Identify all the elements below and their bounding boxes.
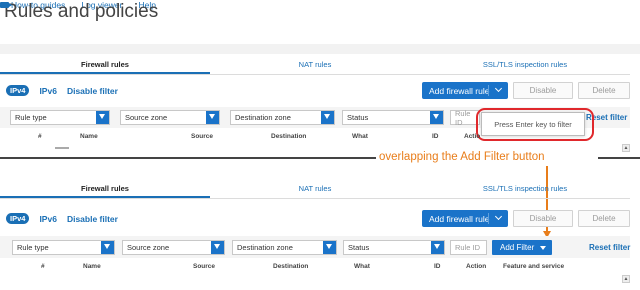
- header-separator: [0, 44, 640, 54]
- tab-firewall-rules[interactable]: Firewall rules: [0, 54, 210, 74]
- destination-zone-select[interactable]: Destination zone: [232, 240, 337, 255]
- scroll-up-icon[interactable]: ▲: [622, 144, 630, 152]
- annotation-text: overlapping the Add Filter button: [379, 151, 545, 163]
- source-zone-label: Source zone: [127, 243, 170, 252]
- add-filter-label: Add Filter: [500, 243, 535, 252]
- status-select[interactable]: Status: [343, 240, 445, 255]
- col-action: Actio: [464, 133, 481, 140]
- col-source: Source: [191, 133, 214, 140]
- col-feature-service: Feature and service: [503, 263, 565, 270]
- status-select[interactable]: Status: [342, 110, 444, 125]
- source-zone-select[interactable]: Source zone: [122, 240, 225, 255]
- col-name: Name: [83, 263, 101, 270]
- add-filter-button[interactable]: Add Filter: [492, 240, 552, 255]
- destination-zone-select[interactable]: Destination zone: [230, 110, 335, 125]
- delete-button[interactable]: Delete: [578, 82, 630, 99]
- tab-ssl-tls-rules[interactable]: SSL/TLS inspection rules: [420, 54, 630, 74]
- video-camera-icon: [0, 2, 12, 8]
- ipv4-toggle[interactable]: IPv4: [6, 213, 30, 224]
- ipv6-toggle[interactable]: IPv6: [39, 214, 57, 224]
- source-zone-label: Source zone: [125, 113, 168, 122]
- add-rule-label: Add firewall rule: [429, 85, 490, 96]
- tab-underline: [0, 74, 630, 75]
- add-rule-label: Add firewall rule: [429, 213, 490, 224]
- ip-version-toggle: IPv4 IPv6 Disable filter: [6, 213, 118, 224]
- dropdown-arrow-icon: [323, 241, 336, 254]
- caret-down-icon: [540, 246, 546, 250]
- row-marker: [55, 147, 69, 149]
- rule-type-select[interactable]: Rule type: [10, 110, 110, 125]
- header-blank: [548, 0, 640, 44]
- dropdown-arrow-icon: [96, 111, 109, 124]
- annotation-divider-right: [598, 157, 640, 159]
- disable-filter-link[interactable]: Disable filter: [67, 214, 118, 224]
- dropdown-arrow-icon: [321, 111, 334, 124]
- rule-type-label: Rule type: [17, 243, 49, 252]
- chevron-down-icon[interactable]: [494, 212, 503, 221]
- rule-type-label: Rule type: [15, 113, 47, 122]
- tab-bar-top: Firewall rules NAT rules SSL/TLS inspect…: [0, 54, 630, 74]
- page-title: Rules and policies: [4, 1, 159, 22]
- tab-underline: [0, 198, 630, 199]
- add-firewall-rule-button[interactable]: Add firewall rule: [422, 82, 508, 99]
- delete-button[interactable]: Delete: [578, 210, 630, 227]
- dropdown-arrow-icon: [206, 111, 219, 124]
- col-id: ID: [434, 263, 441, 270]
- col-what: What: [354, 263, 370, 270]
- col-source: Source: [193, 263, 216, 270]
- col-number: #: [38, 133, 42, 140]
- chevron-down-icon[interactable]: [494, 84, 503, 93]
- destination-zone-label: Destination zone: [235, 113, 291, 122]
- disable-filter-link[interactable]: Disable filter: [67, 86, 118, 96]
- status-label: Status: [348, 243, 370, 252]
- reset-filter-link[interactable]: Reset filter: [589, 243, 630, 252]
- tab-firewall-rules[interactable]: Firewall rules: [0, 178, 210, 198]
- destination-zone-label: Destination zone: [237, 243, 293, 252]
- dropdown-arrow-icon: [101, 241, 114, 254]
- add-firewall-rule-button[interactable]: Add firewall rule: [422, 210, 508, 227]
- tab-bar-bottom: Firewall rules NAT rules SSL/TLS inspect…: [0, 178, 630, 198]
- ipv4-toggle[interactable]: IPv4: [6, 85, 30, 96]
- dropdown-arrow-icon: [431, 241, 444, 254]
- disable-button[interactable]: Disable: [513, 210, 573, 227]
- disable-button[interactable]: Disable: [513, 82, 573, 99]
- annotation-divider: [0, 157, 376, 159]
- col-id: ID: [432, 133, 439, 140]
- split-separator: [488, 85, 489, 96]
- tab-nat-rules[interactable]: NAT rules: [210, 178, 420, 198]
- ipv6-toggle[interactable]: IPv6: [39, 86, 57, 96]
- status-label: Status: [347, 113, 369, 122]
- ip-version-toggle: IPv4 IPv6 Disable filter: [6, 85, 118, 96]
- rule-type-select[interactable]: Rule type: [12, 240, 115, 255]
- dropdown-arrow-icon: [211, 241, 224, 254]
- dropdown-arrow-icon: [430, 111, 443, 124]
- col-destination: Destination: [273, 263, 309, 270]
- col-destination: Destination: [271, 133, 307, 140]
- tab-ssl-tls-rules[interactable]: SSL/TLS inspection rules: [420, 178, 630, 198]
- col-name: Name: [80, 133, 98, 140]
- highlight-circle: [476, 108, 594, 141]
- col-number: #: [41, 263, 45, 270]
- col-action: Action: [466, 263, 487, 270]
- col-what: What: [352, 133, 368, 140]
- split-separator: [488, 213, 489, 224]
- scroll-up-icon[interactable]: ▲: [622, 275, 630, 283]
- source-zone-select[interactable]: Source zone: [120, 110, 220, 125]
- rule-id-input[interactable]: Rule ID: [450, 240, 487, 255]
- tab-nat-rules[interactable]: NAT rules: [210, 54, 420, 74]
